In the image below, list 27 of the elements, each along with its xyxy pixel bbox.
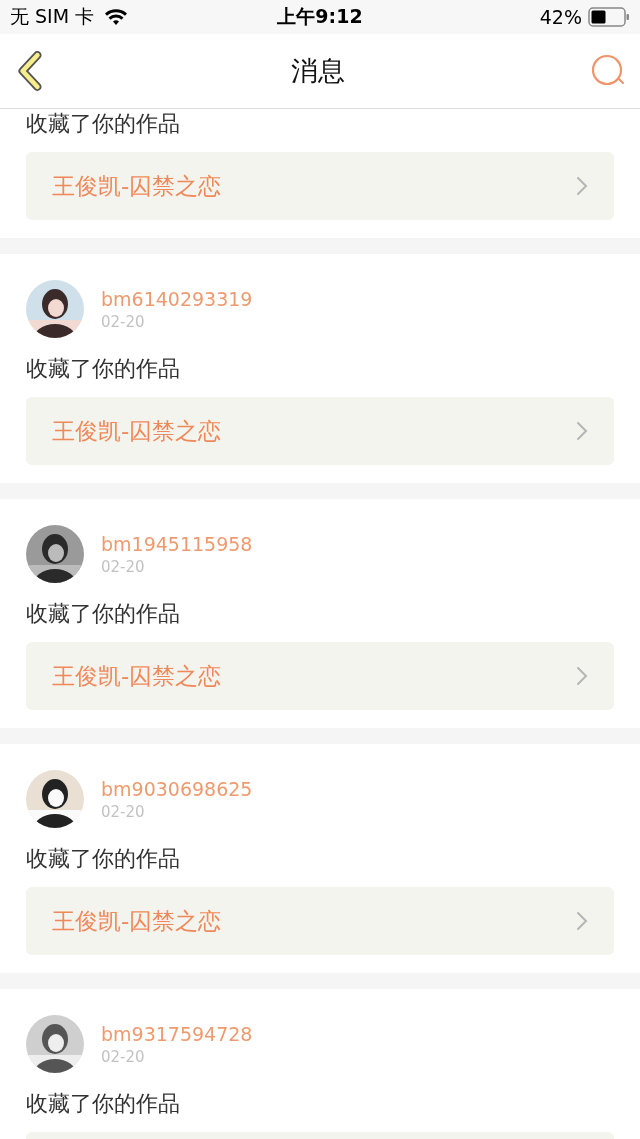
battery-text: 42% [539,6,582,28]
message-text: 收藏了你的作品 [26,1090,181,1118]
clock-text: 上午9:12 [277,4,363,29]
date-text: 02-20 [101,557,146,577]
chevron-icon [576,911,588,931]
username[interactable]: bm9030698625 [101,776,253,802]
carrier-text: 无 SIM 卡 [10,4,95,29]
work-link[interactable]: 王俊凯-囚禁之恋 [26,887,614,955]
work-link[interactable]: 王俊凯-囚禁之恋 [26,152,614,220]
date-text: 02-20 [101,312,146,332]
message-text: 收藏了你的作品 [26,110,181,138]
username[interactable]: bm1945115958 [101,531,253,557]
date-text: 02-20 [101,802,146,822]
chevron-icon [576,176,588,196]
message-text: 收藏了你的作品 [26,600,181,628]
chevron-icon [576,666,588,686]
chevron-icon [576,421,588,441]
message-text: 收藏了你的作品 [26,845,181,873]
wifi-icon [104,8,129,26]
battery-icon [588,7,630,27]
date-text: 02-20 [101,1047,146,1067]
message-text: 收藏了你的作品 [26,355,181,383]
username[interactable]: bm9317594728 [101,1021,253,1047]
work-link[interactable]: 王俊凯-囚禁之恋 [26,397,614,465]
username[interactable]: bm6140293319 [101,286,253,312]
page-title: 消息 [291,54,345,88]
work-link[interactable]: 王俊凯-囚禁之恋 [26,642,614,710]
